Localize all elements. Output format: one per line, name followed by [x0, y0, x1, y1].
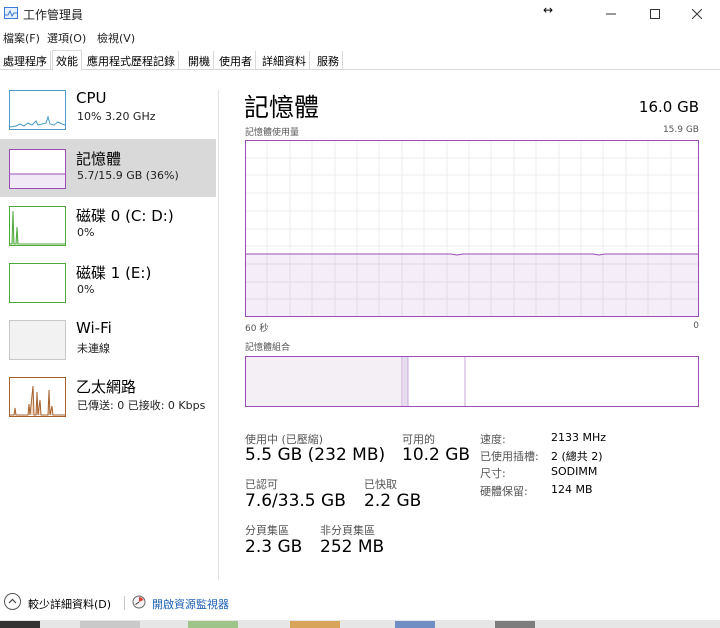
cached-value: 2.2 GB	[364, 491, 422, 511]
sidebar-item-memory[interactable]: 記憶體 5.7/15.9 GB (36%)	[0, 139, 216, 197]
sidebar-item-detail: 已傳送: 0 已接收: 0 Kbps	[77, 399, 206, 412]
taskbar-item	[0, 621, 40, 628]
available-value: 10.2 GB	[402, 445, 471, 465]
usage-area	[246, 254, 698, 316]
graph-axis-start: 60 秒	[245, 324, 269, 334]
window-title: 工作管理員	[23, 8, 84, 22]
sidebar-item-label: Wi-Fi	[76, 319, 112, 337]
graph-axis-end: 0	[693, 321, 699, 331]
sidebar-item-label: 乙太網路	[76, 378, 137, 396]
resize-cursor-icon: ↔	[543, 3, 554, 17]
committed-label: 已認可	[245, 478, 278, 491]
menu-file[interactable]: 檔案(F)	[3, 30, 40, 46]
disk-1-thumbnail-graph	[9, 263, 66, 303]
paged-pool-label: 分頁集區	[245, 524, 289, 537]
sidebar-item-label: 記憶體	[76, 150, 122, 168]
sidebar-item-detail: 未連線	[77, 342, 110, 355]
memory-composition-bar	[245, 356, 699, 407]
tab-app-history[interactable]: 應用程式歷程記錄	[84, 51, 179, 70]
wifi-thumbnail-graph	[9, 320, 66, 360]
disk-0-thumbnail-graph	[9, 206, 66, 246]
tab-startup[interactable]: 開機	[185, 51, 214, 70]
tab-services[interactable]: 服務	[314, 51, 343, 70]
sidebar-item-detail: 5.7/15.9 GB (36%)	[77, 169, 179, 182]
sidebar-item-label: 磁碟 0 (C: D:)	[76, 207, 174, 225]
menu-view[interactable]: 檢視(V)	[97, 30, 135, 46]
hardware-reserved-label: 硬體保留:	[480, 485, 528, 498]
sidebar-item-label: CPU	[76, 89, 107, 107]
form-factor-value: SODIMM	[551, 465, 598, 478]
slots-value: 2 (總共 2)	[551, 450, 603, 463]
minimize-icon	[606, 13, 616, 15]
taskbar-item	[80, 621, 140, 628]
paged-pool-value: 2.3 GB	[245, 537, 303, 557]
sidebar-item-detail: 0%	[77, 283, 95, 296]
speed-value: 2133 MHz	[551, 431, 607, 444]
taskbar-item	[495, 621, 535, 628]
minimize-button[interactable]	[588, 0, 634, 28]
in-use-value: 5.5 GB (232 MB)	[245, 445, 386, 465]
resource-sidebar: CPU 10% 3.20 GHz 記憶體 5.7/15.9 GB (36%) 磁…	[0, 80, 218, 580]
memory-total: 16.0 GB	[638, 98, 699, 116]
usage-graph-label: 記憶體使用量	[245, 128, 300, 138]
nonpaged-pool-label: 非分頁集區	[320, 524, 375, 537]
resource-monitor-icon	[132, 595, 146, 609]
cached-label: 已快取	[364, 478, 397, 491]
tab-bar: 處理程序 效能 應用程式歷程記錄 開機 使用者 詳細資料 服務	[0, 50, 720, 71]
committed-value: 7.6/33.5 GB	[245, 491, 346, 511]
sidebar-item-cpu[interactable]: CPU 10% 3.20 GHz	[0, 80, 216, 138]
memory-usage-graph	[245, 140, 699, 317]
hardware-reserved-value: 124 MB	[551, 483, 593, 496]
usage-graph-max: 15.9 GB	[662, 125, 699, 135]
sidebar-item-wifi[interactable]: Wi-Fi 未連線	[0, 310, 216, 368]
close-icon	[692, 9, 702, 19]
modified-segment	[403, 357, 408, 406]
page-title: 記憶體	[244, 93, 320, 122]
composition-label: 記憶體組合	[245, 343, 291, 353]
close-button[interactable]	[674, 0, 720, 28]
sidebar-item-disk-1[interactable]: 磁碟 1 (E:) 0%	[0, 253, 216, 311]
sidebar-item-label: 磁碟 1 (E:)	[76, 264, 152, 282]
speed-label: 速度:	[480, 433, 506, 446]
menu-options[interactable]: 選項(O)	[47, 30, 86, 46]
taskbar-item	[290, 621, 340, 628]
ethernet-thumbnail-graph	[9, 377, 66, 417]
title-bar: 工作管理員 ↔	[0, 0, 720, 28]
footer-bar: 較少詳細資料(D) 開啟資源監視器	[0, 590, 720, 616]
menu-bar: 檔案(F) 選項(O) 檢視(V)	[0, 28, 720, 48]
sidebar-item-ethernet[interactable]: 乙太網路 已傳送: 0 已接收: 0 Kbps	[0, 367, 216, 425]
maximize-icon	[650, 9, 660, 19]
maximize-button[interactable]	[632, 0, 678, 28]
form-factor-label: 尺寸:	[480, 467, 506, 480]
tab-details[interactable]: 詳細資料	[259, 51, 310, 70]
sidebar-item-detail: 0%	[77, 226, 95, 239]
footer-divider	[124, 596, 125, 610]
tab-processes[interactable]: 處理程序	[0, 51, 51, 70]
tab-users[interactable]: 使用者	[216, 51, 256, 70]
sidebar-item-detail: 10% 3.20 GHz	[77, 110, 156, 123]
in-use-segment	[246, 357, 402, 406]
sidebar-divider	[218, 90, 219, 580]
slots-label: 已使用插槽:	[480, 450, 539, 463]
tab-performance[interactable]: 效能	[52, 50, 82, 71]
taskbar-item	[395, 621, 435, 628]
fewer-details-button[interactable]: 較少詳細資料(D)	[28, 596, 111, 612]
chevron-up-icon[interactable]	[4, 593, 21, 610]
open-resource-monitor-link[interactable]: 開啟資源監視器	[152, 596, 229, 612]
nonpaged-pool-value: 252 MB	[320, 537, 385, 557]
sidebar-item-disk-0[interactable]: 磁碟 0 (C: D:) 0%	[0, 196, 216, 254]
task-manager-icon	[4, 7, 18, 19]
cpu-thumbnail-graph	[9, 90, 66, 130]
taskbar-item	[188, 621, 238, 628]
memory-thumbnail-graph	[9, 149, 66, 189]
